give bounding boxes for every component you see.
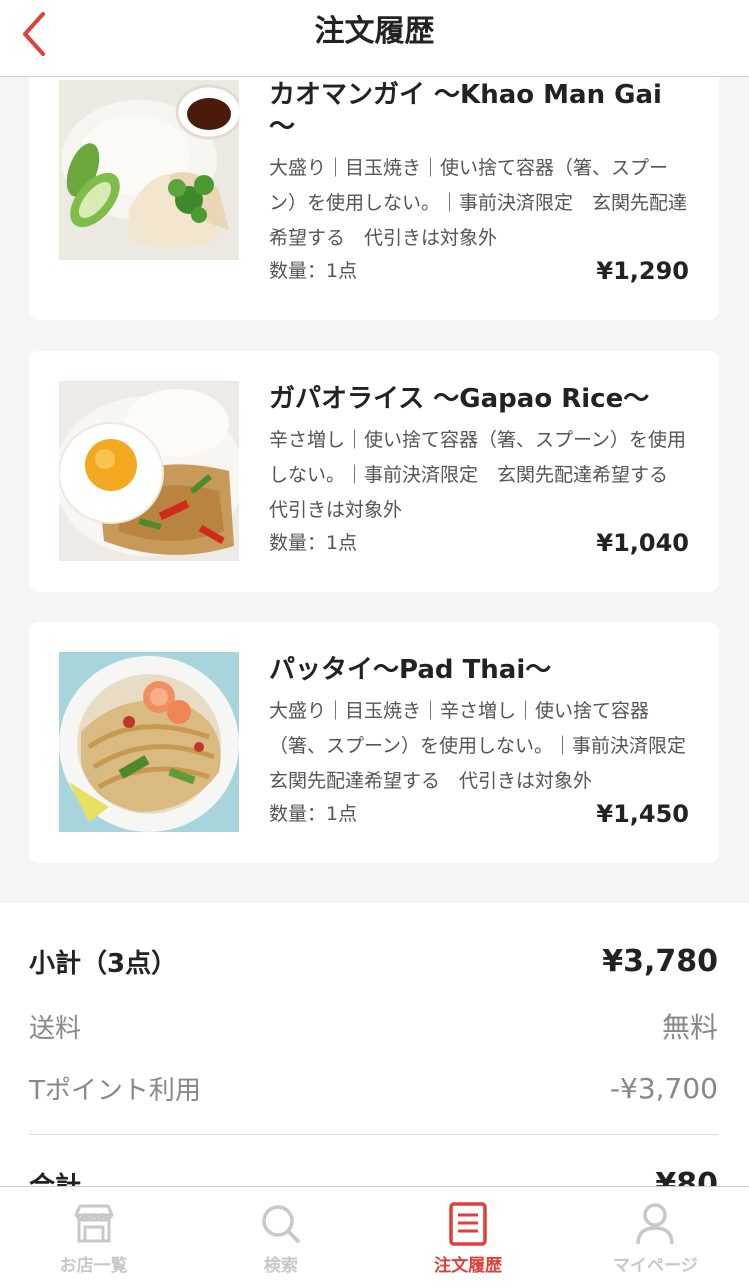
tab-label: 注文履歴: [434, 1256, 503, 1276]
item-options: 辛さ増し｜使い捨て容器（箸、スプーン）を使用しない。｜事前決済限定 玄関先配達希…: [269, 429, 688, 521]
total-value: ¥80: [655, 1167, 718, 1186]
shipping-label: 送料: [29, 1013, 82, 1044]
item-price: ¥1,040: [596, 529, 689, 557]
quantity-price-row: 数量：1点 ¥1,450: [269, 799, 689, 829]
store-icon: [74, 1204, 114, 1243]
tab-my-page[interactable]: マイページ: [562, 1187, 749, 1283]
page-title: 注文履歴: [314, 14, 435, 49]
item-options: 大盛り｜目玉焼き｜辛さ増し｜使い捨て容器（箸、スプーン）を使用しない。｜事前決済…: [269, 700, 706, 792]
points-value: -¥3,700: [609, 1072, 718, 1105]
item-options: 大盛り｜目玉焼き｜使い捨て容器（箸、スプーン）を使用しない。｜事前決済限定 玄関…: [269, 157, 688, 249]
tab-search[interactable]: 検索: [187, 1187, 374, 1283]
item-quantity: 数量：1点: [269, 532, 358, 554]
bottom-tab-bar: お店一覧 検索 注文履歴 マイページ: [0, 1186, 749, 1283]
tab-store-list[interactable]: お店一覧: [0, 1187, 187, 1283]
total-label: 合計: [29, 1166, 81, 1186]
order-item-card: カオマンガイ 〜Khao Man Gai 〜 大盛り｜目玉焼き｜使い捨て容器（箸…: [29, 77, 719, 320]
header-bar: 注文履歴: [0, 0, 749, 77]
search-icon: [262, 1205, 300, 1243]
item-quantity: 数量：1点: [269, 803, 358, 825]
item-details: カオマンガイ 〜Khao Man Gai 〜 大盛り｜目玉焼き｜使い捨て容器（箸…: [269, 79, 689, 286]
quantity-price-row: 数量：1点 ¥1,040: [269, 528, 689, 558]
tab-label: マイページ: [613, 1256, 698, 1276]
total-row: 合計 ¥80: [29, 1166, 718, 1186]
item-details: パッタイ〜Pad Thai〜 大盛り｜目玉焼き｜辛さ増し｜使い捨て容器（箸、スプ…: [269, 654, 706, 829]
subtotal-label: 小計（3点）: [29, 949, 178, 979]
shipping-row: 送料 無料: [29, 1006, 718, 1046]
item-name: パッタイ〜Pad Thai〜: [269, 655, 552, 685]
item-quantity: 数量：1点: [269, 260, 358, 282]
subtotal-value: ¥3,780: [602, 944, 718, 979]
shipping-value: 無料: [661, 1011, 718, 1044]
quantity-price-row: 数量：1点 ¥1,290: [269, 256, 689, 286]
item-name: カオマンガイ 〜Khao Man Gai 〜: [269, 80, 662, 142]
tab-order-history[interactable]: 注文履歴: [375, 1187, 562, 1283]
order-content[interactable]: カオマンガイ 〜Khao Man Gai 〜 大盛り｜目玉焼き｜使い捨て容器（箸…: [0, 77, 749, 1186]
tab-label: お店一覧: [59, 1256, 128, 1276]
order-item-card: パッタイ〜Pad Thai〜 大盛り｜目玉焼き｜辛さ増し｜使い捨て容器（箸、スプ…: [29, 622, 719, 863]
tab-label: 検索: [263, 1256, 298, 1276]
subtotal-row: 小計（3点） ¥3,780: [29, 943, 718, 980]
order-summary: 小計（3点） ¥3,780 送料 無料 Tポイント利用 -¥3,700 合計 ¥…: [0, 903, 749, 1186]
item-image: [59, 652, 239, 832]
item-image: [59, 381, 239, 561]
order-item-card: ガパオライス 〜Gapao Rice〜 辛さ増し｜使い捨て容器（箸、スプーン）を…: [29, 351, 719, 592]
order-history-icon: [449, 1202, 487, 1246]
item-price: ¥1,290: [596, 257, 689, 285]
summary-divider: [29, 1134, 718, 1135]
user-icon: [636, 1203, 675, 1245]
item-price: ¥1,450: [596, 800, 689, 828]
item-name: ガパオライス 〜Gapao Rice〜: [269, 384, 650, 414]
item-image: [59, 80, 239, 260]
points-row: Tポイント利用 -¥3,700: [29, 1070, 718, 1107]
item-details: ガパオライス 〜Gapao Rice〜 辛さ増し｜使い捨て容器（箸、スプーン）を…: [269, 383, 689, 558]
points-label: Tポイント利用: [29, 1076, 201, 1106]
